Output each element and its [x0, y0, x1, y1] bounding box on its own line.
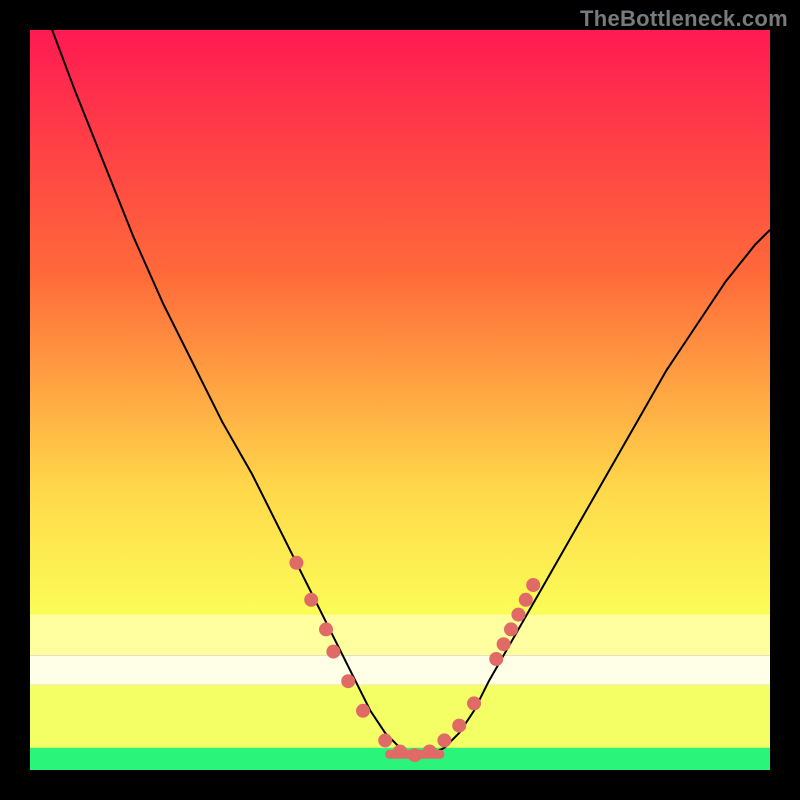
white-band: [30, 655, 770, 685]
marker-dot: [489, 652, 503, 666]
marker-dot: [504, 622, 518, 636]
marker-dot: [423, 745, 437, 759]
marker-dot: [519, 593, 533, 607]
marker-dot: [526, 578, 540, 592]
chart-svg: [30, 30, 770, 770]
chart-frame: TheBottleneck.com: [0, 0, 800, 800]
marker-dot: [289, 556, 303, 570]
marker-dot: [393, 745, 407, 759]
marker-dot: [356, 704, 370, 718]
marker-dot: [511, 608, 525, 622]
marker-dot: [452, 719, 466, 733]
marker-dot: [341, 674, 355, 688]
lower-yellow-band: [30, 685, 770, 748]
marker-dot: [319, 622, 333, 636]
marker-dot: [467, 696, 481, 710]
marker-dot: [378, 733, 392, 747]
marker-dot: [497, 637, 511, 651]
marker-dot: [408, 748, 422, 762]
pale-band: [30, 615, 770, 656]
marker-dot: [304, 593, 318, 607]
plot-area: [30, 30, 770, 770]
watermark-label: TheBottleneck.com: [580, 6, 788, 32]
marker-dot: [326, 645, 340, 659]
marker-dot: [437, 733, 451, 747]
